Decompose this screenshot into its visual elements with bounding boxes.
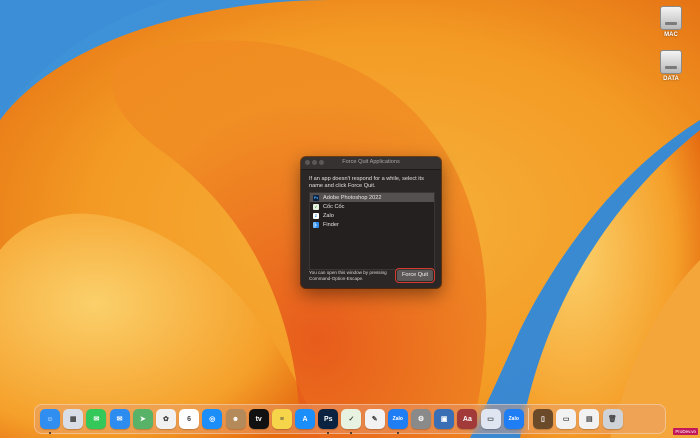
watermark: ProDev.vn xyxy=(673,428,698,435)
dock-glyph: ▤ xyxy=(586,416,593,423)
dock-glyph: ▦ xyxy=(69,416,77,423)
dock-glyph: Aa xyxy=(462,415,472,423)
running-indicator xyxy=(350,432,353,434)
dock-glyph: ≡ xyxy=(279,415,284,423)
coccoc-icon: ✓ xyxy=(313,203,319,210)
running-indicator xyxy=(49,432,51,434)
dock-glyph: ▭ xyxy=(487,416,494,423)
dock-screen-sharing-icon[interactable]: ▭ xyxy=(480,409,501,429)
dock-glyph: Zalo xyxy=(392,416,403,422)
dock-glyph: 🗑 xyxy=(608,416,617,423)
app-row-coccoc[interactable]: ✓ Cốc Cốc xyxy=(310,202,434,211)
dock-glyph: ◎ xyxy=(209,416,216,423)
dock-system-preferences-icon[interactable]: ⚙ xyxy=(411,409,431,429)
dock-glyph: ✎ xyxy=(371,416,378,423)
dock-mail-icon[interactable]: ✉ xyxy=(109,409,130,429)
dock-glyph: Zalo xyxy=(508,416,519,422)
app-name: Cốc Cốc xyxy=(323,203,345,210)
dock-calendar-icon[interactable]: 6 xyxy=(179,409,200,429)
force-quit-dialog: Force Quit Applications If an app doesn'… xyxy=(301,157,441,288)
dock-glyph: Ps xyxy=(323,415,333,423)
dock-glyph: ➤ xyxy=(139,416,146,423)
dock-notes-icon[interactable]: ≡ xyxy=(271,409,292,429)
dock-zalo-2-icon[interactable]: Zalo xyxy=(503,409,524,429)
dock-finder-icon[interactable]: ☺ xyxy=(40,409,60,434)
dock-glyph: ⚙ xyxy=(417,416,425,423)
hard-drive-icon xyxy=(660,6,682,30)
photoshop-icon: Ps xyxy=(313,194,319,201)
dialog-titlebar: Force Quit Applications xyxy=(301,157,441,170)
app-row-finder[interactable]: ☺ Finder xyxy=(310,220,434,229)
zalo-icon: Z xyxy=(313,212,319,219)
dock: ☺ ▦ ✉ ✉ ➤ ✿ 6 ◎ ☻ tv ≡ A Ps ✓ ✎ Zalo ⚙ ▣ Aa ▭ Zalo ▯ ▭ ▤ 🗑 xyxy=(34,404,666,434)
hard-drive-icon xyxy=(660,50,682,74)
dock-launchpad-icon[interactable]: ▦ xyxy=(63,409,84,429)
dock-separator xyxy=(527,408,529,430)
dock-dictionary-icon[interactable]: Aa xyxy=(457,409,478,429)
dock-glyph: ▣ xyxy=(440,416,448,423)
dock-display-icon[interactable]: ▭ xyxy=(556,409,577,429)
dock-glyph: ✉ xyxy=(116,416,123,423)
dock-glyph: ▭ xyxy=(562,416,570,423)
dock-glyph: A xyxy=(302,415,308,423)
app-name: Adobe Photoshop 2022 xyxy=(323,194,382,201)
dock-preview-icon[interactable]: ▣ xyxy=(434,409,455,429)
dock-coccoc-icon[interactable]: ✓ xyxy=(341,409,362,434)
force-quit-button[interactable]: Force Quit xyxy=(395,268,435,283)
dock-glyph: tv xyxy=(255,415,262,423)
dock-app-store-icon[interactable]: A xyxy=(295,409,316,429)
dialog-title: Force Quit Applications xyxy=(342,159,400,165)
app-row-zalo[interactable]: Z Zalo xyxy=(310,211,434,220)
dock-contacts-icon[interactable]: ☻ xyxy=(225,409,246,429)
dock-trash-icon[interactable]: 🗑 xyxy=(602,409,623,429)
dock-glyph: ✿ xyxy=(163,416,169,423)
dock-glyph: ☻ xyxy=(231,415,240,423)
running-indicator xyxy=(396,432,399,434)
desktop-icon-label: DATA xyxy=(663,76,679,82)
dock-screenshot-icon[interactable]: ▤ xyxy=(579,409,600,429)
dock-zalo-icon[interactable]: Zalo xyxy=(387,409,408,434)
dock-photos-icon[interactable]: ✿ xyxy=(155,409,176,429)
dock-messages-icon[interactable]: ✉ xyxy=(86,409,107,429)
dock-glyph: ☺ xyxy=(46,415,54,423)
dock-glyph: ✓ xyxy=(348,416,355,423)
shortcut-hint: You can open this window by pressing Com… xyxy=(309,270,387,281)
dock-glyph: 6 xyxy=(187,415,192,423)
desktop-icon-data[interactable]: DATA xyxy=(651,50,691,82)
dock-textedit-icon[interactable]: ✎ xyxy=(364,409,385,429)
desktop-icon-mac[interactable]: MAC xyxy=(651,6,691,38)
app-name: Zalo xyxy=(323,212,334,219)
app-row-photoshop[interactable]: Ps Adobe Photoshop 2022 xyxy=(310,193,434,202)
dock-document-icon[interactable]: ▯ xyxy=(532,409,553,429)
app-list: Ps Adobe Photoshop 2022 ✓ Cốc Cốc Z Zalo… xyxy=(309,192,435,270)
dialog-description: If an app doesn't respond for a while, s… xyxy=(309,176,424,189)
dock-maps-icon[interactable]: ➤ xyxy=(132,409,153,429)
dock-glyph: ▯ xyxy=(541,416,545,423)
dock-safari-icon[interactable]: ◎ xyxy=(202,409,223,429)
dock-glyph: ✉ xyxy=(93,416,100,423)
dock-photoshop-icon[interactable]: Ps xyxy=(318,409,339,434)
finder-icon: ☺ xyxy=(313,221,319,228)
running-indicator xyxy=(327,432,330,434)
app-name: Finder xyxy=(323,221,339,228)
desktop-icon-label: MAC xyxy=(664,32,678,38)
dock-apple-tv-icon[interactable]: tv xyxy=(248,409,269,429)
